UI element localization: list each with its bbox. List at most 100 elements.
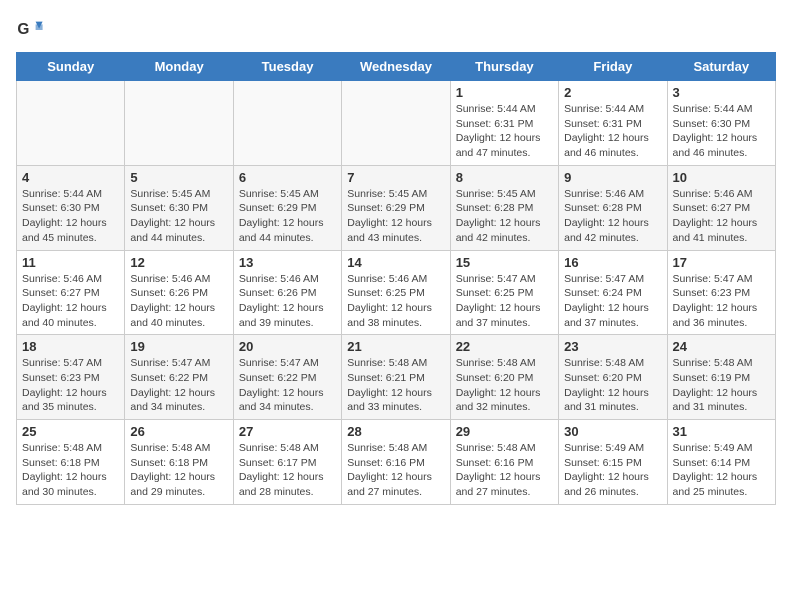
day-header-saturday: Saturday — [667, 53, 775, 81]
day-info: Sunrise: 5:48 AMSunset: 6:19 PMDaylight:… — [673, 356, 770, 415]
calendar-cell: 14 Sunrise: 5:46 AMSunset: 6:25 PMDayligh… — [342, 250, 450, 335]
calendar-cell: 17 Sunrise: 5:47 AMSunset: 6:23 PMDayligh… — [667, 250, 775, 335]
calendar-table: SundayMondayTuesdayWednesdayThursdayFrid… — [16, 52, 776, 505]
calendar-cell: 31Sunrise: 5:49 AMSunset: 6:14 PMDayligh… — [667, 420, 775, 505]
calendar-cell — [17, 81, 125, 166]
week-row-1: 1 Sunrise: 5:44 AMSunset: 6:31 PMDaylight… — [17, 81, 776, 166]
day-number: 6 — [239, 170, 336, 185]
logo: G — [16, 16, 48, 44]
week-row-2: 4 Sunrise: 5:44 AMSunset: 6:30 PMDaylight… — [17, 165, 776, 250]
day-number: 28 — [347, 424, 444, 439]
day-number: 29 — [456, 424, 553, 439]
calendar-cell: 4 Sunrise: 5:44 AMSunset: 6:30 PMDaylight… — [17, 165, 125, 250]
calendar-cell: 6 Sunrise: 5:45 AMSunset: 6:29 PMDaylight… — [233, 165, 341, 250]
day-info: Sunrise: 5:47 AMSunset: 6:22 PMDaylight:… — [239, 356, 336, 415]
calendar-cell: 28 Sunrise: 5:48 AMSunset: 6:16 PMDayligh… — [342, 420, 450, 505]
day-header-thursday: Thursday — [450, 53, 558, 81]
day-number: 17 — [673, 255, 770, 270]
day-number: 12 — [130, 255, 227, 270]
day-number: 24 — [673, 339, 770, 354]
calendar-cell: 21Sunrise: 5:48 AMSunset: 6:21 PMDayligh… — [342, 335, 450, 420]
calendar-cell: 5 Sunrise: 5:45 AMSunset: 6:30 PMDaylight… — [125, 165, 233, 250]
day-info: Sunrise: 5:48 AMSunset: 6:16 PMDaylight:… — [347, 441, 444, 500]
day-info: Sunrise: 5:45 AMSunset: 6:29 PMDaylight:… — [239, 187, 336, 246]
day-info: Sunrise: 5:48 AMSunset: 6:17 PMDaylight:… — [239, 441, 336, 500]
day-info: Sunrise: 5:44 AMSunset: 6:31 PMDaylight:… — [456, 102, 553, 161]
calendar-cell: 26 Sunrise: 5:48 AMSunset: 6:18 PMDayligh… — [125, 420, 233, 505]
week-row-4: 18 Sunrise: 5:47 AMSunset: 6:23 PMDayligh… — [17, 335, 776, 420]
day-header-sunday: Sunday — [17, 53, 125, 81]
calendar-cell: 16Sunrise: 5:47 AMSunset: 6:24 PMDayligh… — [559, 250, 667, 335]
day-number: 26 — [130, 424, 227, 439]
calendar-cell: 27 Sunrise: 5:48 AMSunset: 6:17 PMDayligh… — [233, 420, 341, 505]
calendar-cell: 10Sunrise: 5:46 AMSunset: 6:27 PMDayligh… — [667, 165, 775, 250]
day-number: 23 — [564, 339, 661, 354]
calendar-cell: 20Sunrise: 5:47 AMSunset: 6:22 PMDayligh… — [233, 335, 341, 420]
day-header-friday: Friday — [559, 53, 667, 81]
day-info: Sunrise: 5:49 AMSunset: 6:15 PMDaylight:… — [564, 441, 661, 500]
day-number: 1 — [456, 85, 553, 100]
day-number: 16 — [564, 255, 661, 270]
day-info: Sunrise: 5:48 AMSunset: 6:18 PMDaylight:… — [130, 441, 227, 500]
day-info: Sunrise: 5:46 AMSunset: 6:25 PMDaylight:… — [347, 272, 444, 331]
day-number: 18 — [22, 339, 119, 354]
calendar-cell: 19 Sunrise: 5:47 AMSunset: 6:22 PMDayligh… — [125, 335, 233, 420]
day-number: 13 — [239, 255, 336, 270]
day-info: Sunrise: 5:46 AMSunset: 6:26 PMDaylight:… — [239, 272, 336, 331]
day-header-wednesday: Wednesday — [342, 53, 450, 81]
day-info: Sunrise: 5:47 AMSunset: 6:23 PMDaylight:… — [673, 272, 770, 331]
calendar-cell: 9 Sunrise: 5:46 AMSunset: 6:28 PMDaylight… — [559, 165, 667, 250]
day-number: 27 — [239, 424, 336, 439]
calendar-cell: 7Sunrise: 5:45 AMSunset: 6:29 PMDaylight… — [342, 165, 450, 250]
day-header-tuesday: Tuesday — [233, 53, 341, 81]
day-header-monday: Monday — [125, 53, 233, 81]
day-number: 2 — [564, 85, 661, 100]
day-info: Sunrise: 5:48 AMSunset: 6:21 PMDaylight:… — [347, 356, 444, 415]
logo-icon: G — [16, 16, 44, 44]
day-number: 19 — [130, 339, 227, 354]
day-info: Sunrise: 5:45 AMSunset: 6:28 PMDaylight:… — [456, 187, 553, 246]
calendar-cell: 11Sunrise: 5:46 AMSunset: 6:27 PMDayligh… — [17, 250, 125, 335]
day-number: 15 — [456, 255, 553, 270]
day-info: Sunrise: 5:46 AMSunset: 6:26 PMDaylight:… — [130, 272, 227, 331]
svg-text:G: G — [17, 21, 29, 38]
header: G — [16, 16, 776, 44]
calendar-cell: 22 Sunrise: 5:48 AMSunset: 6:20 PMDayligh… — [450, 335, 558, 420]
day-number: 3 — [673, 85, 770, 100]
calendar-cell: 18 Sunrise: 5:47 AMSunset: 6:23 PMDayligh… — [17, 335, 125, 420]
calendar-cell: 24 Sunrise: 5:48 AMSunset: 6:19 PMDayligh… — [667, 335, 775, 420]
day-info: Sunrise: 5:44 AMSunset: 6:30 PMDaylight:… — [673, 102, 770, 161]
day-info: Sunrise: 5:46 AMSunset: 6:27 PMDaylight:… — [673, 187, 770, 246]
calendar-cell — [125, 81, 233, 166]
day-number: 5 — [130, 170, 227, 185]
day-info: Sunrise: 5:46 AMSunset: 6:27 PMDaylight:… — [22, 272, 119, 331]
day-number: 14 — [347, 255, 444, 270]
calendar-cell — [342, 81, 450, 166]
calendar-cell — [233, 81, 341, 166]
calendar-cell: 1 Sunrise: 5:44 AMSunset: 6:31 PMDaylight… — [450, 81, 558, 166]
calendar-cell: 2 Sunrise: 5:44 AMSunset: 6:31 PMDaylight… — [559, 81, 667, 166]
calendar-cell: 3 Sunrise: 5:44 AMSunset: 6:30 PMDaylight… — [667, 81, 775, 166]
day-info: Sunrise: 5:48 AMSunset: 6:16 PMDaylight:… — [456, 441, 553, 500]
day-info: Sunrise: 5:46 AMSunset: 6:28 PMDaylight:… — [564, 187, 661, 246]
day-info: Sunrise: 5:47 AMSunset: 6:23 PMDaylight:… — [22, 356, 119, 415]
day-number: 30 — [564, 424, 661, 439]
day-number: 9 — [564, 170, 661, 185]
day-number: 31 — [673, 424, 770, 439]
days-header-row: SundayMondayTuesdayWednesdayThursdayFrid… — [17, 53, 776, 81]
day-info: Sunrise: 5:44 AMSunset: 6:31 PMDaylight:… — [564, 102, 661, 161]
calendar-cell: 30 Sunrise: 5:49 AMSunset: 6:15 PMDayligh… — [559, 420, 667, 505]
calendar-cell: 15 Sunrise: 5:47 AMSunset: 6:25 PMDayligh… — [450, 250, 558, 335]
day-info: Sunrise: 5:44 AMSunset: 6:30 PMDaylight:… — [22, 187, 119, 246]
day-info: Sunrise: 5:48 AMSunset: 6:20 PMDaylight:… — [456, 356, 553, 415]
day-number: 22 — [456, 339, 553, 354]
day-number: 4 — [22, 170, 119, 185]
week-row-5: 25 Sunrise: 5:48 AMSunset: 6:18 PMDayligh… — [17, 420, 776, 505]
calendar-cell: 8Sunrise: 5:45 AMSunset: 6:28 PMDaylight… — [450, 165, 558, 250]
day-info: Sunrise: 5:48 AMSunset: 6:20 PMDaylight:… — [564, 356, 661, 415]
day-info: Sunrise: 5:47 AMSunset: 6:22 PMDaylight:… — [130, 356, 227, 415]
day-info: Sunrise: 5:45 AMSunset: 6:30 PMDaylight:… — [130, 187, 227, 246]
day-info: Sunrise: 5:48 AMSunset: 6:18 PMDaylight:… — [22, 441, 119, 500]
day-number: 25 — [22, 424, 119, 439]
day-info: Sunrise: 5:47 AMSunset: 6:25 PMDaylight:… — [456, 272, 553, 331]
